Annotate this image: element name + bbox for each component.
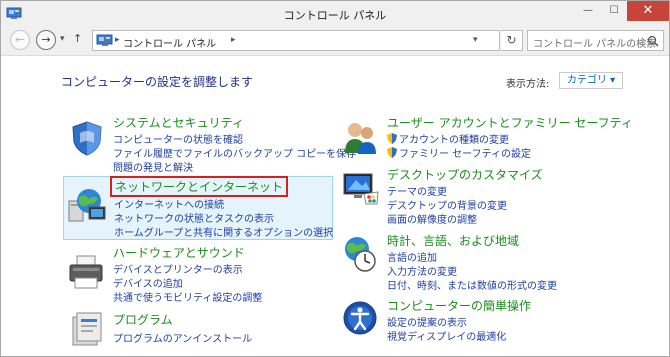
change-date-time-format-link[interactable]: 日付、時刻、または数値の形式の変更 (387, 277, 557, 292)
hardware-sound-title[interactable]: ハードウェアとサウンド (113, 244, 245, 261)
uac-shield-icon (387, 133, 397, 144)
uac-shield-icon (387, 147, 397, 158)
uninstall-program-link[interactable]: プログラムのアンインストール (113, 330, 252, 345)
programs-icon[interactable] (67, 309, 107, 349)
view-by-dropdown[interactable]: カテゴリ ▾ (559, 72, 624, 89)
change-input-method-link[interactable]: 入力方法の変更 (387, 263, 457, 278)
category-ease-of-access: コンピューターの簡単操作 設定の提案の表示 視覚ディスプレイの最適化 (336, 296, 636, 346)
change-background-link[interactable]: デスクトップの背景の変更 (387, 197, 507, 212)
homegroup-sharing-link[interactable]: ホームグループと共有に関するオプションの選択 (114, 224, 333, 239)
close-button[interactable]: ✕ (627, 1, 669, 21)
clock-globe-icon[interactable] (340, 234, 380, 274)
control-panel-icon (96, 34, 113, 46)
search-icon[interactable] (647, 35, 659, 47)
navigation-bar: ← → ▾ ↑ ▸ コントロール パネル ▸ ▾ ↻ コントロール パネルの検索 (1, 27, 669, 55)
file-history-backup-link[interactable]: ファイル履歴でファイルのバックアップ コピーを保存 (113, 145, 356, 160)
title-bar[interactable]: コントロール パネル — ☐ ✕ (1, 1, 669, 27)
ease-of-access-icon[interactable] (340, 298, 380, 338)
breadcrumb-control-panel[interactable]: コントロール パネル (123, 35, 216, 50)
clock-language-region-title[interactable]: 時計、言語、および地域 (387, 232, 519, 249)
forward-button[interactable]: → (36, 30, 56, 50)
check-computer-status-link[interactable]: コンピューターの状態を確認 (113, 131, 243, 146)
content-area: コンピューターの設定を調整します 表示方法: カテゴリ ▾ システムとセキュリテ… (1, 55, 669, 356)
change-account-type-link[interactable]: アカウントの種類の変更 (387, 131, 509, 146)
recent-locations-dropdown[interactable]: ▾ (60, 34, 65, 44)
category-network-internet[interactable]: ネットワークとインターネット インターネットへの接続 ネットワークの状態とタスク… (63, 176, 333, 240)
view-by-label: 表示方法: (506, 79, 550, 90)
network-internet-title[interactable]: ネットワークとインターネット (110, 176, 289, 197)
ease-of-access-title[interactable]: コンピューターの簡単操作 (387, 297, 531, 314)
mobility-settings-link[interactable]: 共通で使うモビリティ設定の調整 (113, 289, 262, 304)
user-accounts-title[interactable]: ユーザー アカウントとファミリー セーフティ (387, 114, 633, 131)
change-theme-link[interactable]: テーマの変更 (387, 183, 447, 198)
devices-printers-link[interactable]: デバイスとプリンターの表示 (113, 261, 243, 276)
search-input[interactable]: コントロール パネルの検索 (527, 30, 664, 51)
page-heading: コンピューターの設定を調整します (61, 75, 254, 89)
address-bar[interactable]: ▸ コントロール パネル ▸ ▾ (92, 30, 500, 51)
connect-internet-link[interactable]: インターネットへの接続 (114, 196, 224, 211)
suggested-settings-link[interactable]: 設定の提案の表示 (387, 314, 467, 329)
category-user-accounts: ユーザー アカウントとファミリー セーフティ アカウントの種類の変更 ファミリー… (336, 112, 636, 162)
category-system-security: システムとセキュリティ コンピューターの状態を確認 ファイル履歴でファイルのバッ… (63, 112, 356, 174)
programs-title[interactable]: プログラム (113, 311, 173, 328)
breadcrumb-separator-icon[interactable]: ▸ (231, 35, 236, 45)
address-dropdown-icon[interactable]: ▾ (473, 35, 478, 45)
desktop-customization-title[interactable]: デスクトップのカスタマイズ (387, 166, 543, 183)
window-title: コントロール パネル (283, 9, 387, 22)
category-hardware-sound: ハードウェアとサウンド デバイスとプリンターの表示 デバイスの追加 共通で使うモ… (63, 242, 333, 304)
network-status-link[interactable]: ネットワークの状態とタスクの表示 (114, 210, 274, 225)
printer-icon[interactable] (67, 252, 107, 292)
category-desktop-customization: デスクトップのカスタマイズ テーマの変更 デスクトップの背景の変更 画面の解像度… (336, 164, 636, 226)
shield-flag-icon[interactable] (67, 118, 107, 158)
adjust-resolution-link[interactable]: 画面の解像度の調整 (387, 211, 477, 226)
system-security-title[interactable]: システムとセキュリティ (113, 114, 244, 131)
category-programs: プログラム プログラムのアンインストール (63, 309, 333, 349)
back-button[interactable]: ← (10, 30, 30, 50)
up-button[interactable]: ↑ (73, 32, 82, 45)
add-language-link[interactable]: 言語の追加 (387, 249, 437, 264)
monitor-palette-icon[interactable] (340, 168, 380, 208)
maximize-button[interactable]: ☐ (601, 1, 627, 21)
family-safety-link[interactable]: ファミリー セーフティの設定 (387, 145, 531, 160)
find-fix-problems-link[interactable]: 問題の発見と解決 (113, 159, 193, 174)
network-globe-icon[interactable] (67, 185, 107, 225)
add-device-link[interactable]: デバイスの追加 (113, 275, 183, 290)
optimize-visual-display-link[interactable]: 視覚ディスプレイの最適化 (387, 328, 506, 343)
category-clock-language-region: 時計、言語、および地域 言語の追加 入力方法の変更 日付、時刻、または数値の形式… (336, 230, 636, 292)
users-icon[interactable] (340, 118, 380, 158)
refresh-button[interactable]: ↻ (501, 30, 523, 51)
breadcrumb-separator-icon[interactable]: ▸ (115, 35, 120, 45)
minimize-button[interactable]: — (575, 1, 601, 21)
family-safety-label: ファミリー セーフティの設定 (399, 149, 531, 160)
control-panel-window: コントロール パネル — ☐ ✕ ← → ▾ ↑ ▸ コントロール パネル ▸ … (0, 0, 670, 357)
search-placeholder: コントロール パネルの検索 (533, 39, 657, 50)
